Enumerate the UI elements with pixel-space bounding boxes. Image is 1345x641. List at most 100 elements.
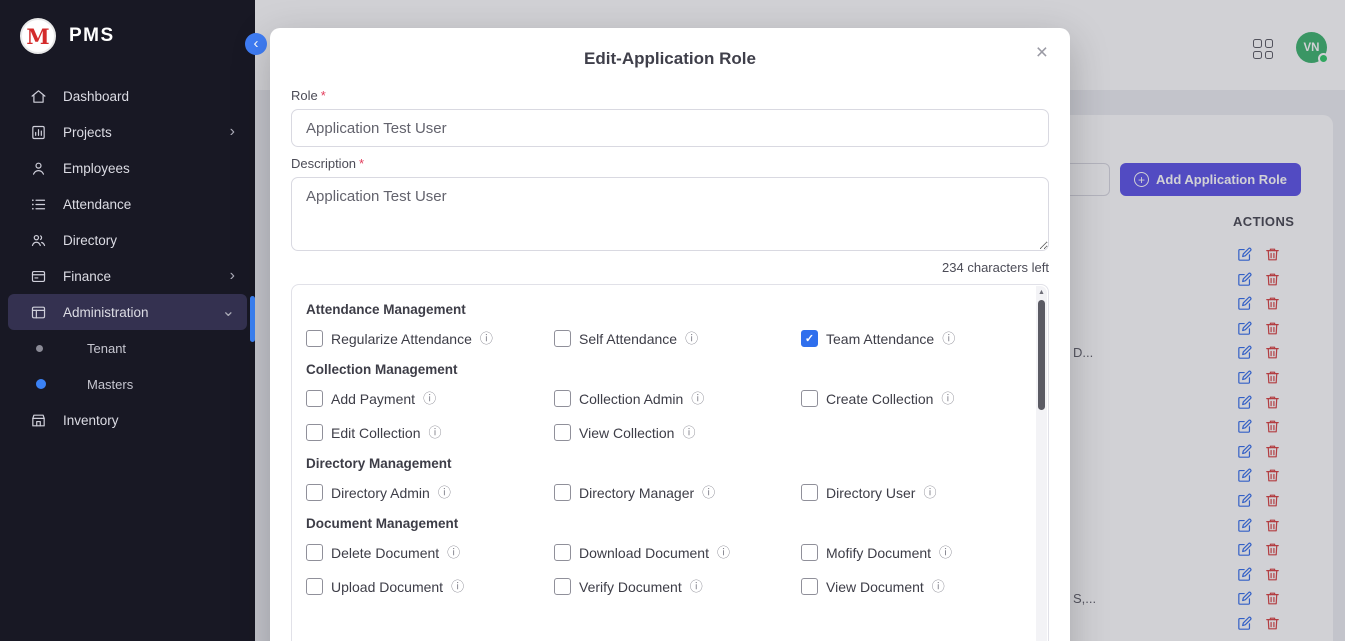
permission-checkbox-mofify-document[interactable]: Mofify Documentⓘ — [801, 544, 1020, 561]
sidebar-item-finance[interactable]: Finance› — [8, 258, 247, 294]
sidebar-item-label: Inventory — [63, 413, 119, 428]
sidebar-subitem-label: Masters — [87, 377, 133, 392]
info-icon: ⓘ — [690, 580, 703, 593]
users-icon — [30, 231, 48, 249]
permission-grid: Regularize AttendanceⓘSelf Attendanceⓘ✓T… — [306, 330, 1020, 347]
permission-label: Delete Document — [331, 545, 439, 561]
permission-checkbox-view-document[interactable]: View Document ⓘ — [801, 578, 1020, 595]
scrollbar-thumb[interactable] — [1038, 300, 1045, 410]
sidebar-item-label: Projects — [63, 125, 112, 140]
permission-checkbox-directory-user[interactable]: Directory User ⓘ — [801, 484, 1020, 501]
edit-application-role-modal: Edit-Application Role × Role* Descriptio… — [270, 28, 1070, 641]
info-icon: ⓘ — [942, 332, 955, 345]
permission-label: Directory User — [826, 485, 915, 501]
sidebar-item-attendance[interactable]: Attendance — [8, 186, 247, 222]
sidebar-item-label: Attendance — [63, 197, 131, 212]
info-icon: ⓘ — [682, 426, 695, 439]
app-title: PMS — [69, 25, 115, 47]
chevron-down-icon: ⌄ — [222, 304, 235, 320]
permission-label: Add Payment — [331, 391, 415, 407]
permission-checkbox-view-collection[interactable]: View Collectionⓘ — [554, 424, 801, 441]
info-icon: ⓘ — [702, 486, 715, 499]
permission-checkbox-add-payment[interactable]: Add Payment ⓘ — [306, 390, 554, 407]
permission-grid: Delete DocumentⓘDownload DocumentⓘMofify… — [306, 544, 1020, 595]
permission-label: Team Attendance — [826, 331, 934, 347]
info-icon: ⓘ — [451, 580, 464, 593]
permissions-list: Attendance Management Regularize Attendan… — [292, 285, 1048, 620]
checkbox-icon — [801, 544, 818, 561]
permission-checkbox-delete-document[interactable]: Delete Documentⓘ — [306, 544, 554, 561]
modal-body: Role* Description* Application Test User… — [270, 69, 1070, 641]
permission-label: Directory Manager — [579, 485, 694, 501]
sidebar-item-dashboard[interactable]: Dashboard — [8, 78, 247, 114]
sidebar-item-employees[interactable]: Employees — [8, 150, 247, 186]
info-icon: ⓘ — [685, 332, 698, 345]
info-icon: ⓘ — [923, 486, 936, 499]
checkbox-icon — [801, 484, 818, 501]
permission-label: View Document — [826, 579, 924, 595]
info-icon: ⓘ — [717, 546, 730, 559]
sidebar-item-directory[interactable]: Directory — [8, 222, 247, 258]
sidebar-subitem-tenant[interactable]: Tenant — [0, 330, 255, 366]
permission-checkbox-upload-document[interactable]: Upload Document ⓘ — [306, 578, 554, 595]
permission-checkbox-directory-manager[interactable]: Directory Manager ⓘ — [554, 484, 801, 501]
modal-title: Edit-Application Role — [270, 28, 1070, 69]
sidebar-item-label: Dashboard — [63, 89, 129, 104]
sidebar-collapse-button[interactable]: ‹ — [245, 33, 267, 55]
chevron-right-icon: › — [230, 268, 235, 284]
sidebar-item-label: Employees — [63, 161, 130, 176]
permission-checkbox-team-attendance[interactable]: ✓Team Attendanceⓘ — [801, 330, 1020, 347]
permission-checkbox-download-document[interactable]: Download Documentⓘ — [554, 544, 801, 561]
info-icon: ⓘ — [429, 426, 442, 439]
sidebar-item-administration[interactable]: Administration ⌄ — [8, 294, 247, 330]
checkbox-icon — [554, 544, 571, 561]
permissions-panel: Attendance Management Regularize Attendan… — [291, 284, 1049, 641]
pms-logo-icon: M — [20, 18, 56, 54]
permission-grid: Directory AdminⓘDirectory ManagerⓘDirect… — [306, 484, 1020, 501]
description-label: Description* — [291, 156, 1049, 171]
permission-checkbox-directory-admin[interactable]: Directory Adminⓘ — [306, 484, 554, 501]
list-icon — [30, 195, 48, 213]
bullet-icon — [36, 345, 43, 352]
info-icon: ⓘ — [480, 332, 493, 345]
checkbox-icon — [306, 578, 323, 595]
info-icon: ⓘ — [691, 392, 704, 405]
permission-checkbox-self-attendance[interactable]: Self Attendanceⓘ — [554, 330, 801, 347]
permission-label: Create Collection — [826, 391, 933, 407]
sidebar-subitem-masters[interactable]: Masters — [0, 366, 255, 402]
scroll-up-icon[interactable]: ▲ — [1036, 287, 1047, 298]
logo-letter: M — [26, 24, 49, 49]
sidebar-nav: DashboardProjects›EmployeesAttendanceDir… — [0, 66, 255, 438]
permission-section-title: Attendance Management — [306, 302, 1020, 317]
info-icon: ⓘ — [932, 580, 945, 593]
sidebar-item-projects[interactable]: Projects› — [8, 114, 247, 150]
sidebar-subitem-label: Tenant — [87, 341, 126, 356]
checkbox-icon — [306, 330, 323, 347]
role-input[interactable] — [291, 109, 1049, 147]
permission-label: Upload Document — [331, 579, 443, 595]
info-icon: ⓘ — [423, 392, 436, 405]
scrollbar[interactable]: ▲ ▼ — [1036, 286, 1047, 641]
permission-checkbox-create-collection[interactable]: Create Collectionⓘ — [801, 390, 1020, 407]
user-icon — [30, 159, 48, 177]
permission-section-title: Document Management — [306, 516, 1020, 531]
permission-label: Regularize Attendance — [331, 331, 472, 347]
permission-checkbox-regularize-attendance[interactable]: Regularize Attendance ⓘ — [306, 330, 554, 347]
characters-left-counter: 234 characters left — [291, 260, 1049, 275]
permission-checkbox-edit-collection[interactable]: Edit Collectionⓘ — [306, 424, 554, 441]
checkbox-icon — [306, 484, 323, 501]
description-input[interactable]: Application Test User — [291, 177, 1049, 251]
sidebar-item-inventory[interactable]: Inventory — [8, 402, 247, 438]
checkbox-icon — [801, 390, 818, 407]
sidebar-item-label: Administration — [63, 305, 149, 320]
close-icon[interactable]: × — [1036, 41, 1048, 65]
checkbox-icon — [801, 578, 818, 595]
role-label: Role* — [291, 88, 1049, 103]
permission-section-title: Collection Management — [306, 362, 1020, 377]
permission-checkbox-verify-document[interactable]: Verify Documentⓘ — [554, 578, 801, 595]
permission-label: Collection Admin — [579, 391, 683, 407]
checkbox-icon — [306, 390, 323, 407]
checkbox-icon — [554, 330, 571, 347]
permission-checkbox-collection-admin[interactable]: Collection Admin ⓘ — [554, 390, 801, 407]
checkbox-icon — [554, 390, 571, 407]
